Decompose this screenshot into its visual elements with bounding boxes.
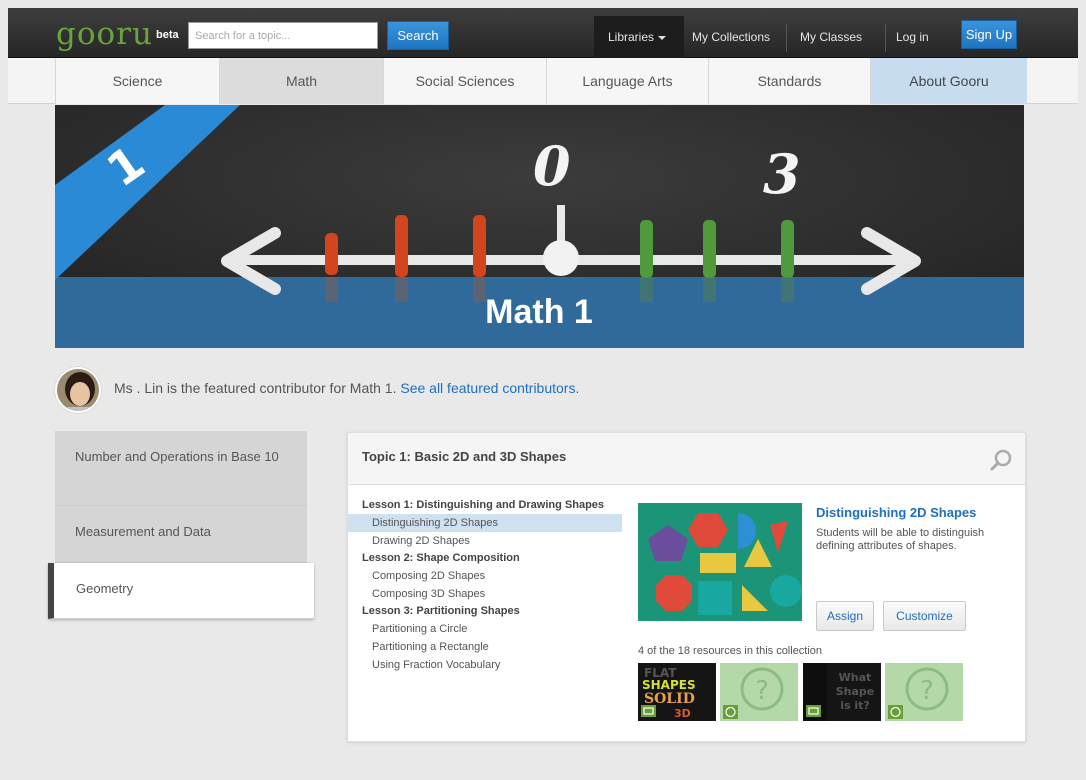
lesson-list: Lesson 1: Distinguishing and Drawing Sha… — [348, 497, 622, 674]
search-button[interactable]: Search — [387, 21, 449, 50]
beta-label: beta — [156, 29, 179, 41]
thumb-text: 3D — [674, 707, 691, 720]
thumb-text: SOLID — [644, 691, 695, 707]
my-collections-link[interactable]: My Collections — [692, 16, 770, 58]
search-input[interactable] — [188, 22, 378, 49]
contributor-avatar[interactable] — [55, 367, 101, 413]
tab-science[interactable]: Science — [55, 58, 219, 104]
math-1-banner: 1 0 3 Math 1 — [55, 105, 1024, 348]
resource-description: Students will be able to distinguish def… — [816, 527, 985, 552]
shapes-image — [638, 503, 802, 621]
lesson-item[interactable]: Composing 2D Shapes — [362, 567, 622, 585]
resource-count: 4 of the 18 resources in this collection — [638, 645, 823, 657]
see-all-contributors-link[interactable]: See all featured contributors. — [400, 380, 579, 396]
resource-thumbnail[interactable] — [638, 503, 802, 621]
top-navigation-bar: gooru beta Search Libraries My Collectio… — [8, 8, 1078, 58]
tab-social-sciences[interactable]: Social Sciences — [383, 58, 546, 104]
lesson-heading[interactable]: Lesson 3: Partitioning Shapes — [362, 603, 622, 620]
tab-language-arts[interactable]: Language Arts — [546, 58, 708, 104]
resource-thumb[interactable]: ? — [720, 663, 798, 721]
resource-thumb[interactable]: What Shape is it? — [803, 663, 881, 721]
my-classes-link[interactable]: My Classes — [800, 16, 862, 58]
number-zero: 0 — [533, 134, 571, 198]
tab-math[interactable]: Math — [219, 58, 383, 104]
topic-header: Topic 1: Basic 2D and 3D Shapes — [348, 433, 1025, 485]
topic-title: Topic 1: Basic 2D and 3D Shapes — [362, 449, 567, 464]
thumb-text: SHAPES — [642, 678, 696, 692]
subject-tabs: Science Math Social Sciences Language Ar… — [8, 58, 1078, 104]
divider — [885, 24, 886, 52]
lesson-item[interactable]: Composing 3D Shapes — [362, 585, 622, 603]
gooru-logo[interactable]: gooru — [56, 16, 153, 52]
featured-contributor-text: Ms . Lin is the featured contributor for… — [114, 380, 579, 396]
thumb-text: is it? — [840, 699, 870, 712]
banner-title: Math 1 — [485, 293, 593, 331]
avatar-photo — [57, 369, 99, 411]
lesson-item[interactable]: Partitioning a Rectangle — [362, 638, 622, 656]
sign-up-button[interactable]: Sign Up — [961, 20, 1017, 49]
number-line-illustration: 1 0 3 Math 1 — [55, 105, 1024, 348]
libraries-label: Libraries — [608, 30, 655, 44]
sidebar-item-label: Geometry — [76, 581, 134, 596]
topic-panel: Topic 1: Basic 2D and 3D Shapes Lesson 1… — [347, 432, 1026, 742]
lesson-item[interactable]: Distinguishing 2D Shapes — [348, 514, 622, 532]
lesson-item[interactable]: Using Fraction Vocabulary — [362, 656, 622, 674]
tab-about-gooru[interactable]: About Gooru — [870, 58, 1027, 104]
customize-button[interactable]: Customize — [883, 601, 966, 631]
lesson-heading[interactable]: Lesson 2: Shape Composition — [362, 550, 622, 567]
login-link[interactable]: Log in — [896, 16, 929, 58]
thumb-text: What — [839, 671, 872, 684]
sidebar-item-label: Measurement and Data — [75, 524, 211, 539]
divider — [786, 24, 787, 52]
assign-button[interactable]: Assign — [816, 601, 874, 631]
libraries-dropdown[interactable]: Libraries — [594, 16, 684, 58]
contributor-statement: Ms . Lin is the featured contributor for… — [114, 380, 397, 396]
chevron-down-icon — [658, 35, 667, 40]
resource-thumb[interactable]: FLAT SHAPES SOLID 3D — [638, 663, 716, 721]
thumb-text: ? — [920, 676, 934, 706]
sidebar-item-number-operations[interactable]: Number and Operations in Base 10 — [55, 431, 307, 506]
thumb-text: Shape — [836, 685, 875, 698]
search-icon[interactable] — [989, 448, 1013, 477]
resource-title[interactable]: Distinguishing 2D Shapes — [816, 505, 976, 520]
lesson-item[interactable]: Partitioning a Circle — [362, 620, 622, 638]
thumb-text: ? — [755, 676, 769, 706]
sidebar-item-measurement-data[interactable]: Measurement and Data — [55, 506, 307, 563]
resource-thumb[interactable]: ? — [885, 663, 963, 721]
sidebar-item-geometry[interactable]: Geometry — [48, 563, 314, 619]
lesson-item[interactable]: Drawing 2D Shapes — [362, 532, 622, 550]
number-three: 3 — [763, 142, 801, 206]
lesson-heading[interactable]: Lesson 1: Distinguishing and Drawing Sha… — [362, 497, 622, 514]
tab-standards[interactable]: Standards — [708, 58, 870, 104]
sidebar-item-label: Number and Operations in Base 10 — [75, 449, 279, 464]
